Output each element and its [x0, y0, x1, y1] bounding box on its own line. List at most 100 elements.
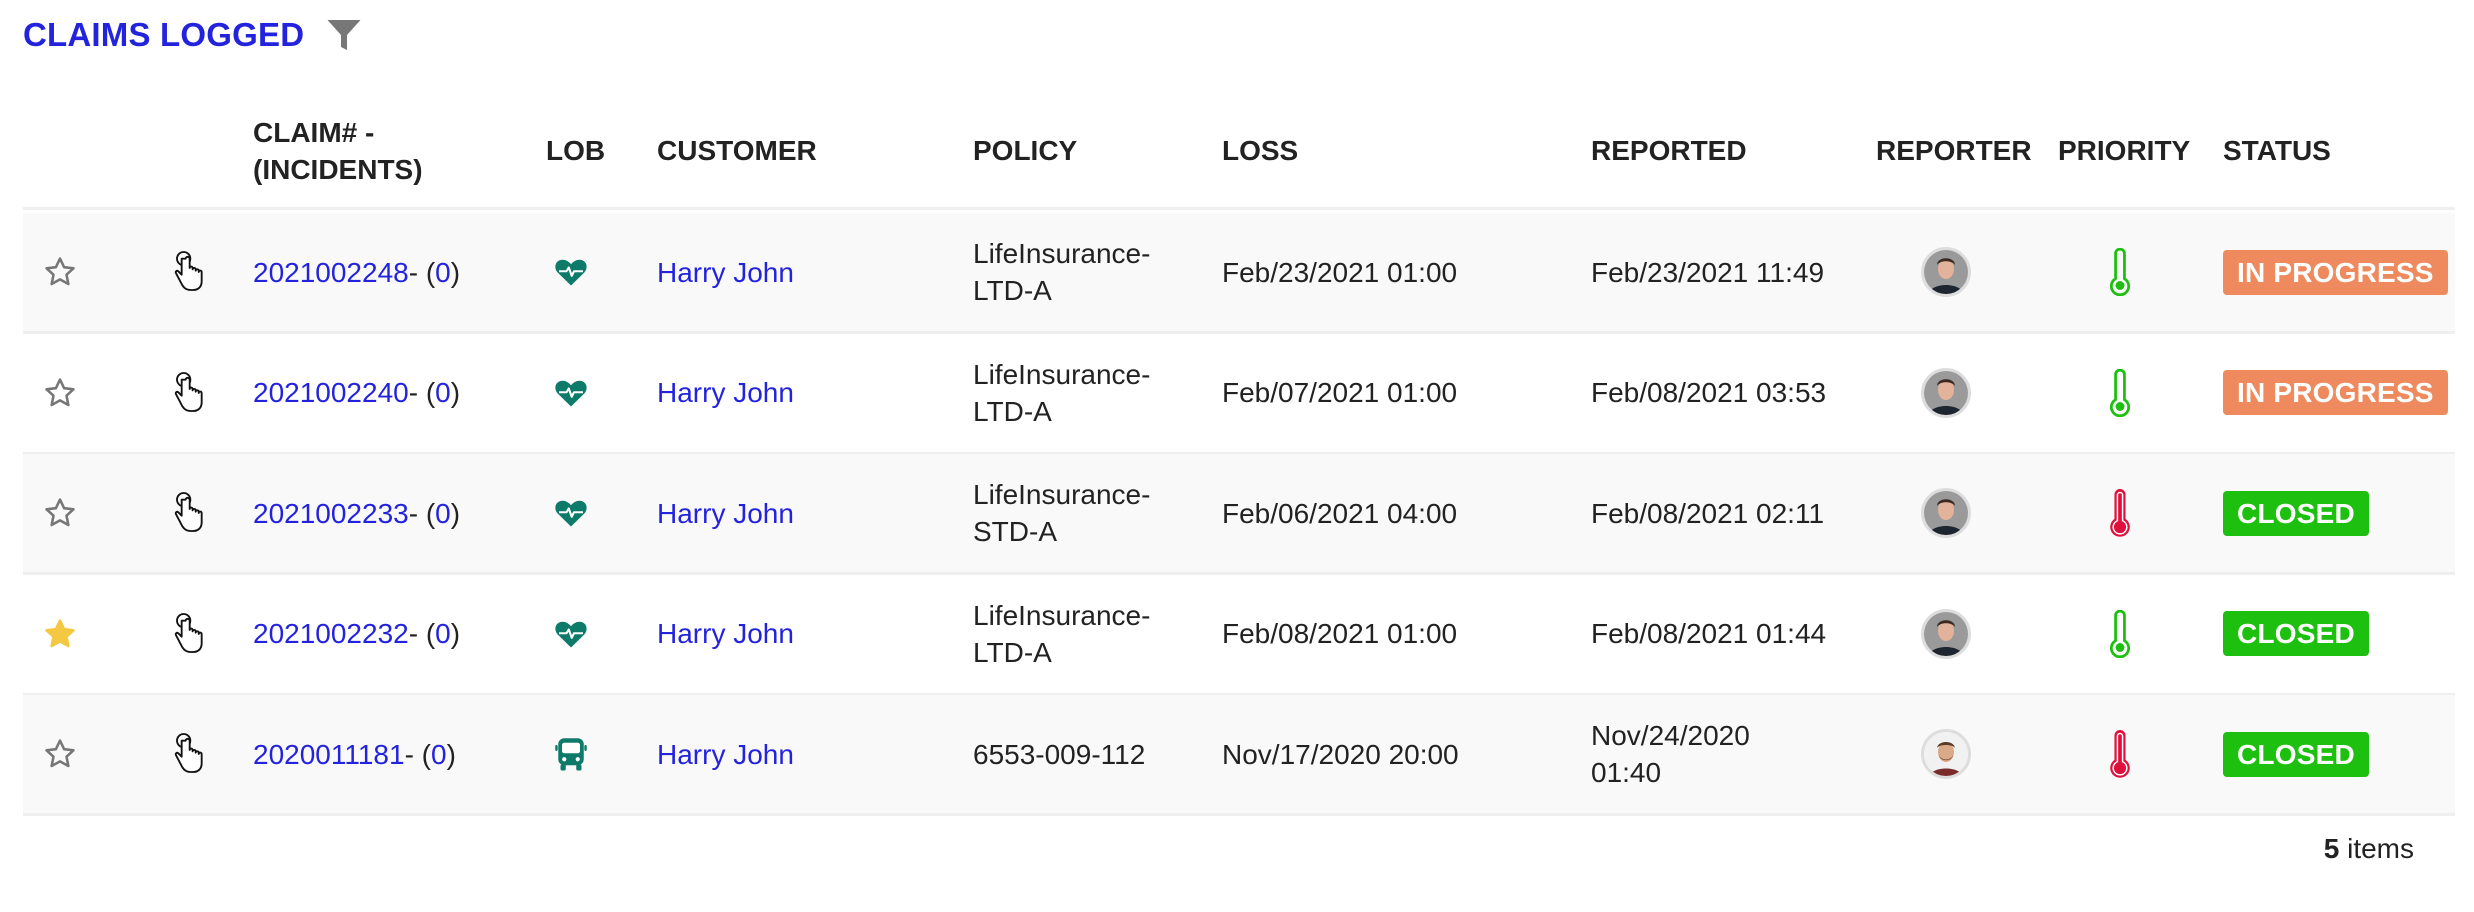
- policy-cell: LifeInsurance- STD-A: [973, 454, 1150, 572]
- claim-separator: - (: [408, 497, 436, 529]
- favorite-cell: [43, 454, 77, 572]
- reporter-avatar[interactable]: [1921, 488, 1971, 538]
- customer-cell: Harry John: [657, 334, 794, 452]
- heartbeat-icon: [555, 621, 587, 647]
- reporter-avatar[interactable]: [1921, 608, 1971, 659]
- policy-cell: LifeInsurance- LTD-A: [973, 575, 1150, 693]
- hand-pointer-icon[interactable]: [173, 732, 205, 776]
- table-row[interactable]: 2020011181 - (0) Harry John 6553-009-112…: [23, 695, 2455, 816]
- table-row[interactable]: 2021002248 - (0) Harry John LifeInsuranc…: [23, 213, 2455, 334]
- lob-cell: [553, 695, 589, 813]
- policy-line1: LifeInsurance-: [973, 238, 1151, 269]
- claim-separator: - (: [404, 738, 432, 770]
- customer-cell: Harry John: [657, 575, 794, 693]
- column-header-claim[interactable]: CLAIM# - (INCIDENTS): [253, 114, 423, 188]
- star-icon[interactable]: [43, 737, 77, 771]
- incidents-count-link[interactable]: 0: [431, 736, 447, 773]
- customer-cell: Harry John: [657, 213, 794, 331]
- column-header-loss[interactable]: LOSS: [1222, 132, 1298, 169]
- status-cell: CLOSED: [2223, 454, 2369, 572]
- column-header-claim-line1: CLAIM# -: [253, 117, 375, 148]
- table-row[interactable]: 2021002240 - (0) Harry John LifeInsuranc…: [23, 334, 2455, 455]
- hand-pointer-icon[interactable]: [173, 371, 205, 415]
- star-icon[interactable]: [43, 255, 77, 289]
- heartbeat-icon: [555, 500, 587, 527]
- claim-close-paren: ): [450, 618, 461, 649]
- column-header-customer[interactable]: CUSTOMER: [657, 132, 817, 169]
- column-header-priority[interactable]: PRIORITY: [2058, 132, 2190, 169]
- reported-cell: Feb/08/2021 01:44: [1591, 575, 1826, 693]
- reported-cell: Feb/08/2021 02:11: [1591, 454, 1824, 572]
- star-filled-icon[interactable]: [43, 617, 77, 651]
- status-cell: CLOSED: [2223, 695, 2369, 813]
- priority-low-thermometer-icon: [2109, 368, 2131, 417]
- claim-number-link[interactable]: 2021002240: [253, 374, 409, 411]
- priority-cell: [2107, 334, 2133, 452]
- incidents-count-link[interactable]: 0: [435, 495, 451, 532]
- star-icon[interactable]: [43, 376, 77, 410]
- claim-number-link[interactable]: 2021002248: [253, 254, 409, 291]
- lob-cell: [553, 454, 589, 572]
- policy-cell: LifeInsurance- LTD-A: [973, 213, 1150, 331]
- items-count-number: 5: [2323, 833, 2340, 864]
- customer-link[interactable]: Harry John: [657, 374, 794, 411]
- page-title: CLAIMS LOGGED: [23, 16, 305, 53]
- hand-pointer-icon[interactable]: [173, 491, 205, 535]
- customer-link[interactable]: Harry John: [657, 736, 794, 773]
- claim-separator: - (: [408, 618, 436, 649]
- priority-cell: [2107, 575, 2133, 693]
- select-cell: [173, 575, 205, 693]
- hand-pointer-icon[interactable]: [173, 612, 205, 656]
- incidents-count-link[interactable]: 0: [435, 615, 451, 652]
- loss-date: Feb/07/2021 01:00: [1222, 377, 1458, 408]
- incidents-count-link[interactable]: 0: [435, 374, 451, 411]
- incidents-count-link[interactable]: 0: [435, 254, 451, 291]
- star-icon[interactable]: [43, 496, 77, 530]
- claim-number-link[interactable]: 2020011181: [253, 736, 405, 773]
- priority-high-thermometer-icon: [2110, 489, 2130, 537]
- table-row[interactable]: 2021002232 - (0) Harry John LifeInsuranc…: [23, 575, 2455, 696]
- reporter-avatar[interactable]: [1921, 367, 1971, 418]
- items-count-label: items: [2339, 833, 2414, 864]
- filter-icon[interactable]: [326, 17, 362, 53]
- column-header-claim-line2: (INCIDENTS): [253, 154, 423, 185]
- column-header-reported[interactable]: REPORTED: [1591, 132, 1747, 169]
- reported-date: Nov/24/2020: [1591, 720, 1750, 751]
- avatar-photo: [1924, 250, 1968, 294]
- claim-close-paren: ): [450, 497, 461, 529]
- customer-cell: Harry John: [657, 454, 794, 572]
- loss-date: Feb/06/2021 04:00: [1222, 497, 1458, 529]
- column-header-reporter[interactable]: REPORTER: [1876, 132, 2032, 169]
- table-row[interactable]: 2021002233 - (0) Harry John LifeInsuranc…: [23, 454, 2455, 575]
- bus-icon: [555, 738, 587, 771]
- customer-link[interactable]: Harry John: [657, 254, 794, 291]
- lob-cell: [553, 334, 589, 452]
- reporter-avatar[interactable]: [1921, 729, 1971, 779]
- select-cell: [173, 695, 205, 813]
- customer-link[interactable]: Harry John: [657, 495, 794, 532]
- reported-date: Feb/08/2021 03:53: [1591, 377, 1827, 408]
- reporter-cell: [1921, 695, 1971, 813]
- column-header-lob[interactable]: LOB: [546, 132, 605, 169]
- status-badge: IN PROGRESS: [2223, 249, 2448, 295]
- claim-number-link[interactable]: 2021002233: [253, 495, 409, 532]
- policy-line1: LifeInsurance-: [973, 599, 1151, 631]
- reported-cell: Nov/24/2020 01:40: [1591, 695, 1750, 813]
- reporter-cell: [1921, 454, 1971, 572]
- column-header-policy[interactable]: POLICY: [973, 132, 1077, 169]
- hand-pointer-icon[interactable]: [173, 250, 205, 294]
- claim-number-link[interactable]: 2021002232: [253, 615, 409, 652]
- customer-link[interactable]: Harry John: [657, 615, 794, 652]
- claim-cell: 2021002248 - (0): [253, 213, 460, 331]
- reporter-avatar[interactable]: [1921, 247, 1971, 297]
- policy-line2: LTD-A: [973, 395, 1052, 427]
- select-cell: [173, 454, 205, 572]
- priority-cell: [2107, 454, 2133, 572]
- reported-date: Feb/08/2021 01:44: [1591, 618, 1827, 649]
- policy-line1: LifeInsurance-: [973, 479, 1151, 510]
- claim-close-paren: ): [450, 377, 461, 408]
- column-header-status[interactable]: STATUS: [2223, 132, 2331, 169]
- favorite-cell: [43, 575, 77, 693]
- priority-high-thermometer-icon: [2110, 730, 2130, 778]
- reported-cell: Feb/08/2021 03:53: [1591, 334, 1826, 452]
